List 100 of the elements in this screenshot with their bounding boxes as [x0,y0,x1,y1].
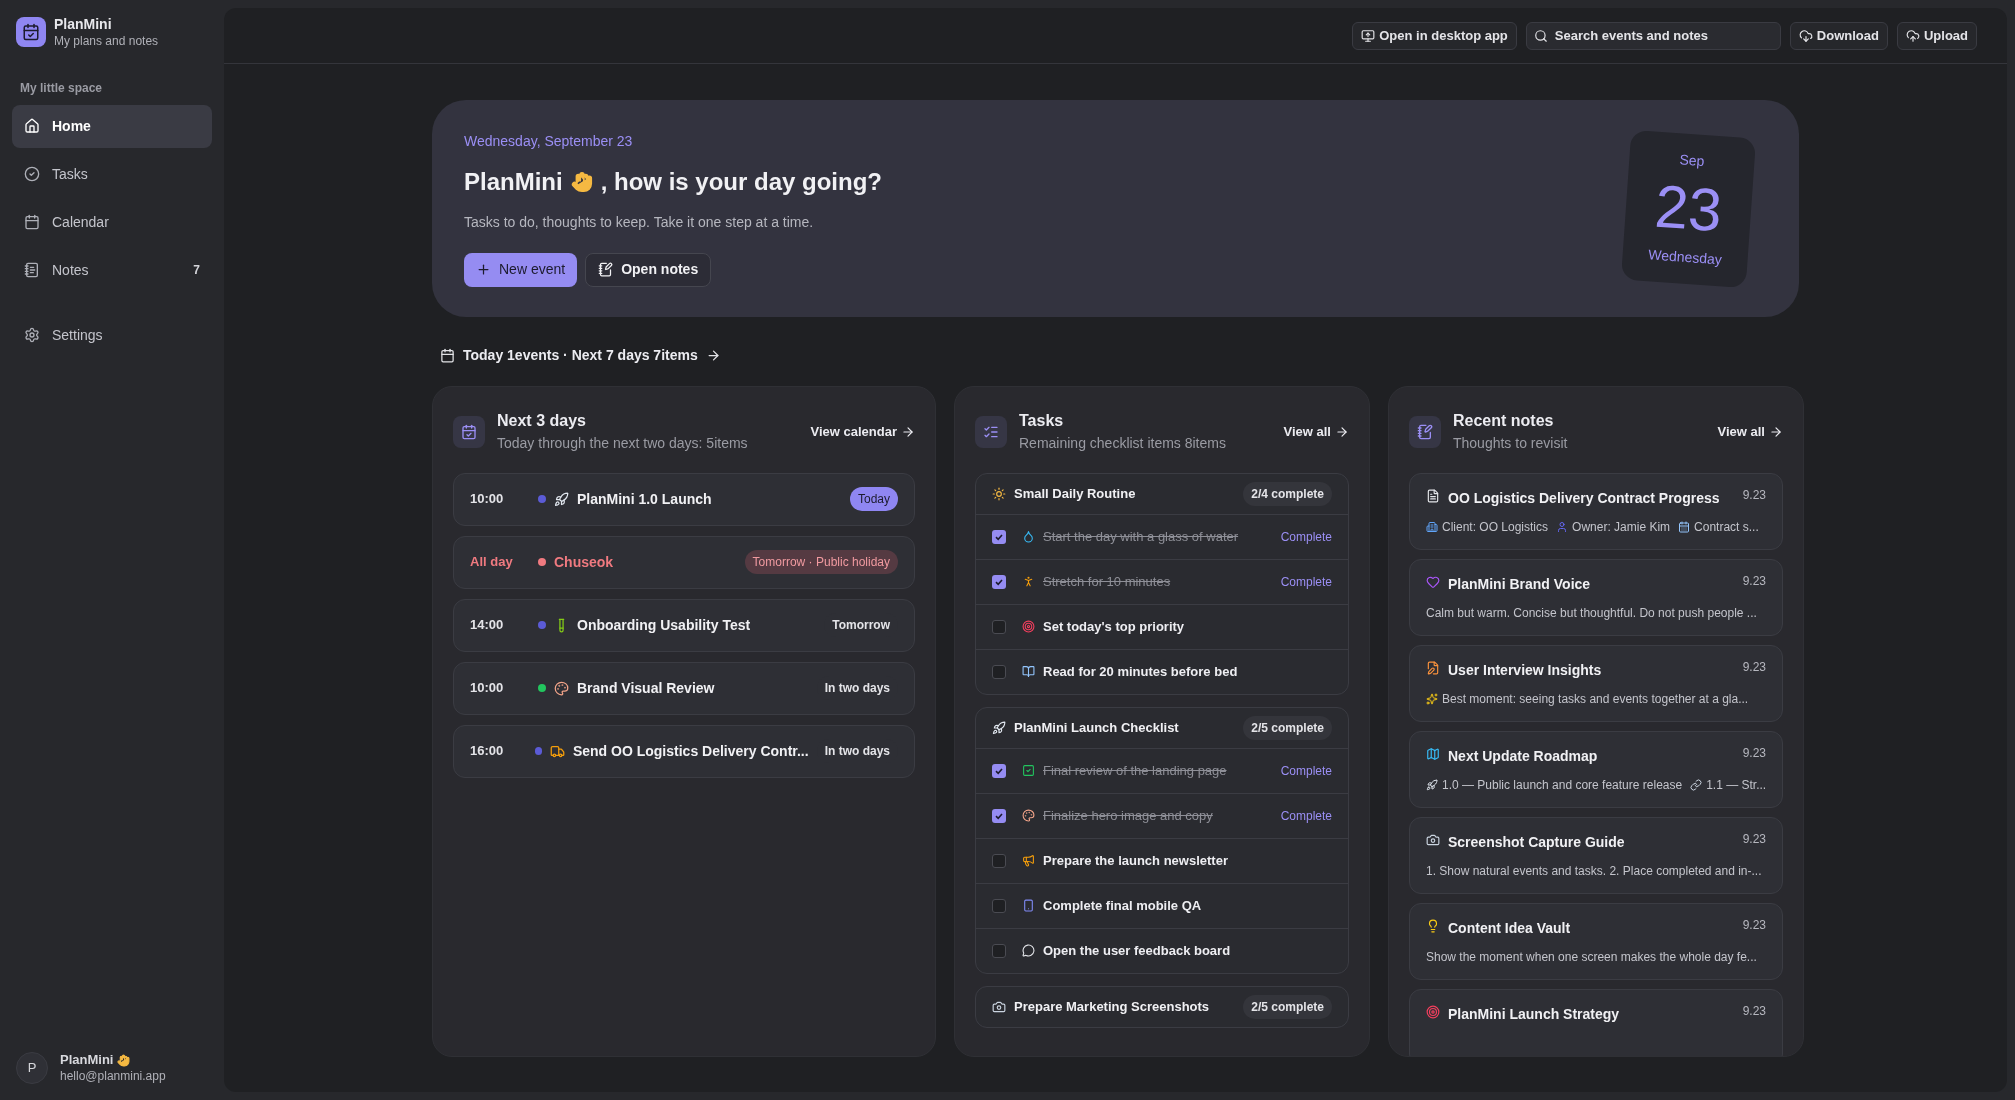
app-name: PlanMini [54,16,113,34]
task-checkbox[interactable] [992,898,1006,913]
event-row[interactable]: 10:00 Brand Visual Review In two days [453,661,915,715]
search-icon [1533,28,1548,43]
note-preview: Owner: Jamie Kim [1572,518,1671,536]
hero-date: Wednesday, September 23 [464,131,634,151]
palette-icon [1022,809,1035,822]
note-date: 9.23 [1742,658,1766,676]
view-all-link[interactable]: View calendar [810,422,915,442]
nav-item[interactable]: Notes 7 [12,248,212,292]
event-title: Send OO Logistics Delivery Contr... [572,741,809,761]
task-text: Set today's top priority [1043,617,1186,636]
note-card[interactable]: PlanMini Brand Voice 9.23 Calm but warm. Concise but thoughtful. Do not push people ... [1409,558,1783,636]
app-subtitle: My plans and notes [54,33,159,49]
plus-icon [476,262,491,277]
event-time: 16:00 [470,742,505,761]
truck-icon [549,743,565,759]
cloud-download-icon [1798,28,1813,43]
user-email: hello@planmini.app [60,1068,166,1084]
note-date: 9.23 [1742,1002,1766,1020]
note-date: 9.23 [1742,572,1766,590]
speech-bubble-icon [1022,944,1035,957]
event-time: 14:00 [470,616,505,635]
note-card[interactable]: Screenshot Capture Guide 9.23 1. Show natural events and tasks. 2. Place completed and in-... [1409,816,1783,894]
view-all-link[interactable]: View all [1717,422,1783,442]
task-text: Final review of the landing page [1043,761,1228,780]
note-title: Content Idea Vault [1448,918,1572,938]
note-title: Screenshot Capture Guide [1448,832,1626,852]
event-row[interactable]: 10:00 PlanMini 1.0 Launch Today [453,472,915,526]
nav-item[interactable]: Settings [12,313,212,357]
complete-link[interactable]: Complete [1280,761,1332,780]
note-date: 9.23 [1742,830,1766,848]
event-title: PlanMini 1.0 Launch [577,489,713,509]
date-card-month: Sep [1678,149,1706,171]
note-card[interactable]: OO Logistics Delivery Contract Progress 9.23 Client: OO Logistics Owner: Jamie Kim Contract s... [1409,472,1783,550]
panel-subtitle: Today through the next two days: 5items [497,435,749,453]
book-icon [1022,665,1035,678]
upload-button[interactable]: Upload [1896,21,1977,50]
note-card[interactable]: Next Update Roadmap 9.23 1.0 — Public launch and core feature release 1.1 — Str... [1409,730,1783,808]
event-row[interactable]: 16:00 Send OO Logistics Delivery Contr... In two days [453,724,915,778]
document-icon [1426,488,1440,503]
open-desktop-app-button[interactable]: Open in desktop app [1352,21,1517,50]
task-checkbox[interactable] [992,808,1006,823]
check-circle-icon [24,166,40,182]
event-row[interactable]: All day Chuseok Tomorrow · Public holiday [453,535,915,589]
note-date: 9.23 [1742,916,1766,934]
complete-link[interactable]: Complete [1280,527,1332,546]
event-time: All day [470,553,514,572]
note-title: PlanMini Brand Voice [1448,574,1592,594]
note-card[interactable]: Content Idea Vault 9.23 Show the moment when one screen makes the whole day fe... [1409,902,1783,980]
panel-title: Recent notes [1453,411,1555,431]
settings-icon [24,327,40,343]
building-icon [1426,520,1438,533]
droplet-icon [1022,530,1035,543]
complete-link[interactable]: Complete [1280,572,1332,591]
nav-item[interactable]: Home [12,104,212,148]
task-group-title: Prepare Marketing Screenshots [1014,997,1211,1016]
view-all-link[interactable]: View all [1283,422,1349,442]
notebook-pen-icon [598,262,614,277]
note-card[interactable]: User Interview Insights 9.23 Best moment: seeing tasks and events together at a gla... [1409,644,1783,722]
date-card-weekday: Wednesday [1647,244,1723,269]
task-group-count: 2/5 complete [1243,994,1332,1019]
note-date: 9.23 [1742,744,1766,762]
user-avatar: P [16,1052,48,1084]
task-checkbox[interactable] [992,574,1006,589]
note-preview: 1. Show natural events and tasks. 2. Place completed and in-... [1426,862,1762,880]
search-field[interactable]: Search events and notes [1525,21,1781,50]
map-icon [1426,746,1440,761]
new-event-button[interactable]: New event [464,252,578,287]
panel-title: Tasks [1019,411,1065,431]
task-text: Open the user feedback board [1043,941,1232,960]
complete-link[interactable]: Complete [1280,806,1332,825]
task-checkbox[interactable] [992,853,1006,868]
event-title: Brand Visual Review [577,678,716,698]
task-checkbox[interactable] [992,664,1006,679]
date-card-day: 23 [1653,176,1724,241]
nav-item[interactable]: Calendar [12,200,212,244]
event-badge: Tomorrow · Public holiday [744,550,898,574]
hand-icon [117,1054,131,1067]
note-preview: Show the moment when one screen makes the whole day fe... [1426,948,1757,966]
task-checkbox[interactable] [992,943,1006,958]
task-checkbox[interactable] [992,619,1006,634]
event-row[interactable]: 14:00 Onboarding Usability Test Tomorrow [453,598,915,652]
open-notes-button[interactable]: Open notes [585,252,712,287]
notebook-icon [24,262,40,278]
task-checkbox[interactable] [992,529,1006,544]
section-label: My little space [19,79,104,97]
note-preview: Client: OO Logistics [1442,518,1549,536]
note-preview: 1.0 — Public launch and core feature release [1442,776,1683,794]
task-checkbox[interactable] [992,763,1006,778]
user-name: PlanMini [60,1052,114,1069]
note-card[interactable]: PlanMini Launch Strategy 9.23 [1409,988,1783,1056]
calendar-icon [1678,520,1691,533]
event-title: Onboarding Usability Test [577,615,752,635]
note-preview: Contract s... [1694,518,1759,536]
nav-item[interactable]: Tasks [12,152,212,196]
task-group-title: PlanMini Launch Checklist [1014,718,1180,737]
download-button[interactable]: Download [1789,21,1888,50]
camera-icon [1426,832,1440,847]
rocket-icon [554,491,569,507]
